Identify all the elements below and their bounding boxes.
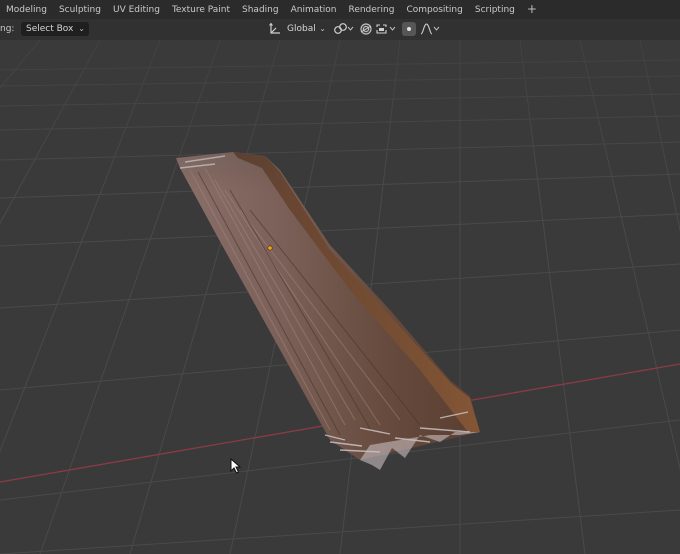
- tab-modeling[interactable]: Modeling: [0, 0, 53, 19]
- proportional-edit-icon: [360, 23, 372, 35]
- orientation-icon: [269, 22, 280, 34]
- snap-toggle-icon: [407, 27, 411, 31]
- tab-scripting[interactable]: Scripting: [469, 0, 521, 19]
- snap-dropdown[interactable]: [376, 22, 400, 36]
- falloff-dropdown[interactable]: [420, 22, 442, 36]
- tool-label: ng:: [0, 24, 15, 34]
- tab-compositing[interactable]: Compositing: [400, 0, 468, 19]
- select-mode-value: Select Box: [26, 24, 74, 34]
- tab-animation[interactable]: Animation: [285, 0, 343, 19]
- chevron-down-icon: ⌄: [319, 24, 326, 33]
- tab-sculpting[interactable]: Sculpting: [53, 0, 107, 19]
- transform-orientation-dropdown[interactable]: Global ⌄: [268, 22, 328, 36]
- snap-toggle-button[interactable]: [402, 22, 416, 36]
- tab-texture-paint[interactable]: Texture Paint: [166, 0, 236, 19]
- pivot-chain-icon: [334, 23, 354, 34]
- snap-icon: [376, 24, 396, 34]
- viewport-header: ng: Select Box ⌄ Global ⌄: [0, 19, 680, 40]
- select-mode-dropdown[interactable]: Select Box ⌄: [21, 22, 89, 36]
- tab-rendering[interactable]: Rendering: [342, 0, 400, 19]
- tab-uv-editing[interactable]: UV Editing: [107, 0, 166, 19]
- viewport-canvas: [0, 40, 680, 554]
- workspace-tab-bar: Modeling Sculpting UV Editing Texture Pa…: [0, 0, 680, 19]
- 3d-viewport[interactable]: [0, 40, 680, 554]
- mouse-cursor-icon: [230, 458, 242, 474]
- pivot-point-dropdown[interactable]: [333, 22, 355, 36]
- tab-shading[interactable]: Shading: [236, 0, 285, 19]
- chevron-down-icon: ⌄: [78, 24, 85, 33]
- proportional-edit-button[interactable]: [358, 22, 374, 36]
- falloff-icon: [420, 23, 440, 35]
- orientation-value: Global: [287, 24, 316, 34]
- add-workspace-button[interactable]: +: [521, 0, 543, 19]
